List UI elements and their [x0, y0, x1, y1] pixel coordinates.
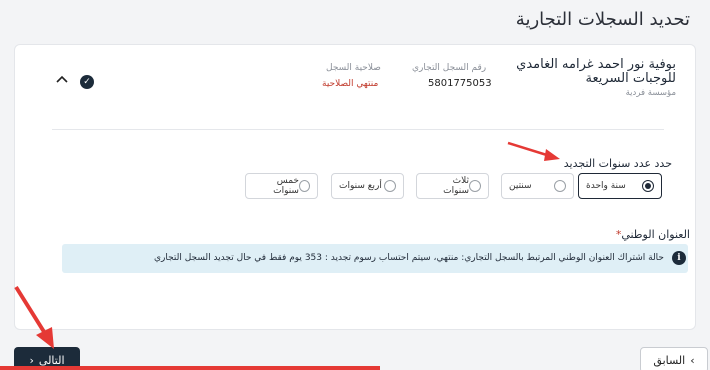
- option-label: سنة واحدة: [586, 181, 626, 191]
- option-label: خمس سنوات: [273, 176, 299, 196]
- option-label: ثلاث سنوات: [443, 176, 470, 196]
- business-type: مؤسسة فردية: [625, 88, 676, 98]
- cr-number-value: 5801775053: [428, 78, 492, 89]
- option-four-years[interactable]: أربع سنوات: [331, 173, 404, 199]
- option-two-years[interactable]: سنتين: [501, 173, 574, 199]
- annotation-arrow-icon: [14, 285, 54, 349]
- chevron-left-icon: ‹: [29, 353, 34, 367]
- national-address-text: العنوان الوطني: [621, 228, 690, 241]
- chevron-right-icon: ›: [690, 353, 695, 367]
- national-address-label: العنوان الوطني*: [616, 228, 690, 241]
- divider: [52, 129, 664, 130]
- page-title: تحديد السجلات التجارية: [515, 9, 690, 30]
- radio-icon[interactable]: [384, 180, 396, 192]
- previous-label: السابق: [653, 353, 686, 367]
- business-name: بوفية نور احمد غرامه الغامدي للوجبات الس…: [516, 57, 676, 86]
- check-icon: ✓: [80, 75, 94, 89]
- annotation-arrow-icon: [507, 141, 560, 161]
- option-label: سنتين: [509, 181, 532, 191]
- chevron-up-icon[interactable]: [56, 72, 68, 87]
- previous-button[interactable]: › السابق: [640, 347, 708, 370]
- info-icon: i: [672, 251, 686, 265]
- option-five-years[interactable]: خمس سنوات: [245, 173, 318, 199]
- option-label: أربع سنوات: [339, 181, 382, 191]
- validity-value: منتهي الصلاحية: [322, 79, 379, 89]
- radio-icon[interactable]: [469, 180, 481, 192]
- next-label: التالي: [38, 353, 65, 367]
- radio-icon[interactable]: [642, 180, 654, 192]
- renewal-years-label: حدد عدد سنوات التجديد: [563, 157, 672, 170]
- radio-icon[interactable]: [554, 180, 566, 192]
- info-text: حالة اشتراك العنوان الوطني المرتبط بالسج…: [153, 253, 664, 263]
- option-one-year[interactable]: سنة واحدة: [578, 173, 662, 199]
- option-three-years[interactable]: ثلاث سنوات: [416, 173, 489, 199]
- cr-number-label: رقم السجل التجاري: [412, 63, 487, 73]
- annotation-underline: [0, 366, 380, 370]
- radio-icon[interactable]: [298, 180, 310, 192]
- validity-label: صلاحية السجل: [326, 63, 381, 73]
